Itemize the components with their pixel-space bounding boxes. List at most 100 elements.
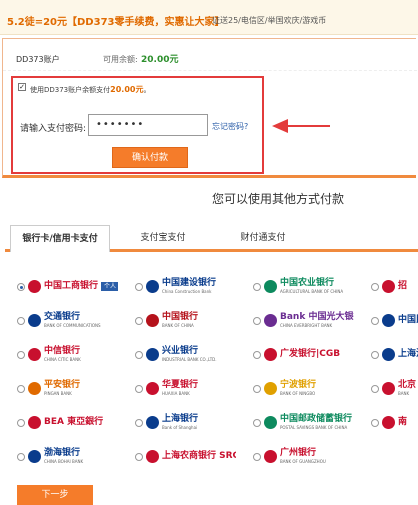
payment-tabs: 银行卡/信用卡支付 支付宝支付 财付通支付 [5,224,418,253]
tab-bank-card[interactable]: 银行卡/信用卡支付 [10,225,110,253]
bank-radio[interactable] [17,317,25,325]
bank-option[interactable]: 中国农业银行 AGRICULTURAL BANK OF CHINA [253,274,358,300]
bank-logo: 交通银行 BANK OF COMMUNICATIONS [28,310,118,330]
bank-subtitle: HUAXIA BANK [162,391,190,396]
bank-name: 中信银行 CHINA CITIC BANK [44,346,81,362]
bank-name-text: 兴业银行 [162,346,199,356]
bank-logo: 中国农业银行 AGRICULTURAL BANK OF CHINA [264,276,354,296]
bank-radio[interactable] [17,453,25,461]
bank-radio[interactable] [253,351,261,359]
bank-logo: 上海浦东 [382,344,418,364]
bank-name-text: 交通银行 [44,312,81,322]
bank-option[interactable]: 平安银行 PINGAN BANK [17,376,122,402]
bank-option[interactable]: 兴业银行 INDUSTRIAL BANK CO.,LTD. [135,342,240,368]
bank-grid: 中国工商银行 个人 中国建设银行 China Construction Bank 中国农… [5,252,418,477]
bank-name: 中国民 [398,315,418,326]
bank-name-text: 宁波银行 [280,380,317,390]
bank-radio[interactable] [371,385,379,393]
confirm-payment-button[interactable]: 确认付款 [112,147,188,168]
forgot-password-link[interactable]: 忘记密码? [212,121,248,132]
bank-radio[interactable] [17,419,25,427]
bank-name: 中国邮政储蓄银行 POSTAL SAVINGS BANK OF CHINA [280,414,352,430]
bank-subtitle: CHINA EVERBRIGHT BANK [280,323,333,328]
bank-name-text: 华夏银行 [162,380,199,390]
bank-name: 招 [398,281,407,292]
bank-option[interactable]: Bank 中国光大银行CHINA EVERBRIGHT BANK [253,308,358,334]
bank-subtitle: CHINA CITIC BANK [44,357,81,362]
bank-radio[interactable] [135,453,143,461]
bank-option[interactable]: 华夏银行 HUAXIA BANK [135,376,240,402]
bank-radio[interactable] [135,385,143,393]
bank-radio[interactable] [135,317,143,325]
bank-name: 中国建设银行 China Construction Bank [162,278,216,294]
bank-radio[interactable] [253,453,261,461]
bank-option[interactable]: 招 [371,274,418,300]
bank-option[interactable]: 中国银行 BANK OF CHINA [135,308,240,334]
bank-option[interactable]: 中国建设银行 China Construction Bank [135,274,240,300]
bank-name: 华夏银行 HUAXIA BANK [162,380,198,396]
bank-radio[interactable] [371,283,379,291]
bank-logo: 中信银行 CHINA CITIC BANK [28,344,118,364]
bank-option[interactable]: 北京 BANK [371,376,418,402]
bank-logo: 中国民 [382,310,418,330]
bank-radio[interactable] [135,419,143,427]
promo-subtext: 证送25/电信区/举国欢庆/游戏币 [212,16,327,25]
bank-option[interactable]: BEA 東亞銀行 [17,410,122,436]
bank-name-text: 中国银行 [162,312,199,322]
bank-option[interactable]: 中国民 [371,308,418,334]
payment-password-input[interactable]: ••••••• [88,114,208,136]
bank-option[interactable]: 宁波银行 BANK OF NINGBO [253,376,358,402]
bank-option[interactable]: 上海银行 Bank of Shanghai [135,410,240,436]
bank-logo: 上海农商银行 SRCB [146,446,236,466]
bank-radio[interactable] [17,283,25,291]
boc-icon [146,313,159,327]
nbcb-icon [264,381,277,395]
bank-option[interactable]: 渤海银行 CHINA BOHAI BANK [17,444,122,470]
bank-radio[interactable] [371,317,379,325]
bank-option[interactable]: 中国工商银行 个人 [17,274,122,300]
next-step-button[interactable]: 下一步 [17,485,93,505]
bank-radio[interactable] [135,351,143,359]
account-row: DD373账户 可用余额: 20.00元 [3,39,417,71]
bank-name: 中国银行 BANK OF CHINA [162,312,198,328]
bank-radio[interactable] [253,385,261,393]
ccb-icon [146,279,159,293]
bank-radio[interactable] [17,351,25,359]
bank-option[interactable]: 广发银行|CGB [253,342,358,368]
bank-name: 宁波银行 BANK OF NINGBO [280,380,316,396]
bank-radio[interactable] [371,351,379,359]
tab-alipay[interactable]: 支付宝支付 [123,225,203,252]
balance-value: 20.00元 [141,55,179,65]
bank-name-text: 招 [398,280,408,291]
promo-text: 5.2徒=20元【DD373零手续费，实惠让大家】 [7,17,225,28]
bank-radio[interactable] [17,385,25,393]
bank-option[interactable]: 中信银行 CHINA CITIC BANK [17,342,122,368]
use-balance-checkbox[interactable]: ✓ [18,83,26,91]
bea-icon [28,415,41,429]
bank-option[interactable]: 中国邮政储蓄银行 POSTAL SAVINGS BANK OF CHINA [253,410,358,436]
bank-radio[interactable] [253,419,261,427]
bank-radio[interactable] [253,283,261,291]
bank-name-text: 平安银行 [44,380,81,390]
tab-tenpay[interactable]: 财付通支付 [223,225,303,252]
bank-subtitle: Bank of Shanghai [162,425,198,430]
bank-name: BEA 東亞銀行 [44,417,103,428]
bank-option[interactable]: 上海农商银行 SRCB [135,444,240,470]
bank-name-text: 中国工商银行 [44,280,99,291]
bank-radio[interactable] [135,283,143,291]
use-balance-amount: 20.00元 [110,85,144,94]
bank-name: 上海农商银行 SRCB [162,451,236,462]
bank-logo: 广发银行|CGB [264,344,354,364]
bank-option[interactable]: 上海浦东 [371,342,418,368]
bank-radio[interactable] [253,317,261,325]
bank-radio[interactable] [371,419,379,427]
bank-name-text: 南 [398,416,408,427]
bank-name: 北京 BANK [398,380,416,396]
bank-logo: 宁波银行 BANK OF NINGBO [264,378,354,398]
citic-icon [28,347,41,361]
bank-option[interactable]: 南 [371,410,418,436]
cmb-icon [382,279,395,293]
bank-name-text: BEA 東亞銀行 [44,416,104,427]
bank-option[interactable]: 广州银行 BANK OF GUANGZHOU [253,444,358,470]
bank-option[interactable]: 交通银行 BANK OF COMMUNICATIONS [17,308,122,334]
